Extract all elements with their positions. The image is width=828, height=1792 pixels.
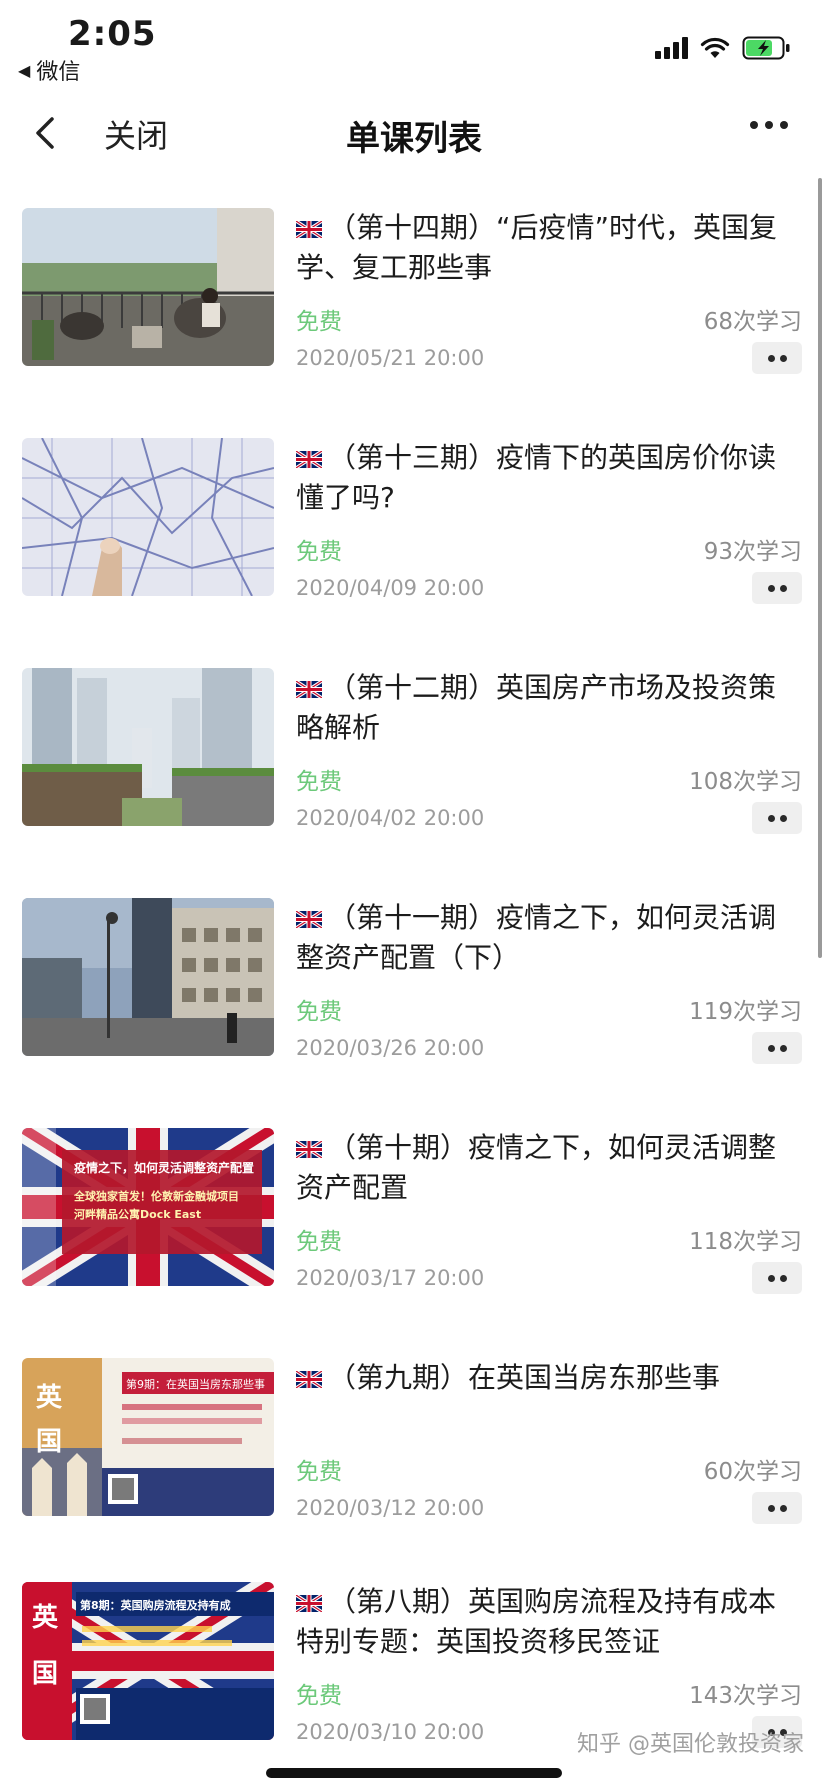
street-photo-icon	[22, 898, 274, 1056]
back-triangle-icon: ◀	[18, 60, 31, 80]
page-title: 单课列表	[346, 119, 482, 159]
battery-charging-icon	[742, 36, 792, 60]
price-label: 免费	[296, 539, 342, 565]
poster-banner: 第9期：在英国当房东那些事	[126, 1377, 265, 1391]
cellular-signal-icon	[655, 37, 688, 59]
more-icon[interactable]	[752, 1262, 802, 1294]
list-item[interactable]: （第十二期）英国房产市场及投资策略解析 免费 108次学习 2020/04/02…	[0, 668, 828, 868]
price-label: 免费	[296, 999, 342, 1025]
study-count: 143次学习	[689, 1683, 802, 1709]
course-date: 2020/03/10 20:00	[296, 1720, 485, 1744]
city-towers-photo-icon	[22, 668, 274, 826]
list-item[interactable]: 英 国 第9期：在英国当房东那些事 （第九期）在英国当房东那些事 免费 60次学…	[0, 1358, 828, 1558]
course-title[interactable]: （第八期）英国购房流程及持有成本 特别专题：英国投资移民签证	[296, 1582, 802, 1662]
status-icons	[655, 36, 792, 60]
back-app-label: 微信	[36, 60, 81, 85]
list-item[interactable]: （第十一期）疫情之下，如何灵活调整资产配置（下） 免费 119次学习 2020/…	[0, 898, 828, 1098]
poster-badge-2: 国	[36, 1427, 62, 1457]
study-count: 108次学习	[689, 769, 802, 795]
course-title-text: （第九期）在英国当房东那些事	[328, 1361, 721, 1394]
more-icon[interactable]	[752, 342, 802, 374]
landlord-poster-icon: 英 国 第9期：在英国当房东那些事	[22, 1358, 274, 1516]
course-title[interactable]: （第十一期）疫情之下，如何灵活调整资产配置（下）	[296, 898, 802, 978]
study-count: 118次学习	[689, 1229, 802, 1255]
poster-badge-2: 国	[32, 1659, 58, 1689]
price-label: 免费	[296, 309, 342, 335]
watermark: 知乎 @英国伦敦投资家	[577, 1732, 804, 1757]
status-bar: 2:05 ◀ 微信	[0, 0, 828, 90]
course-date: 2020/04/02 20:00	[296, 806, 485, 830]
uk-flag-icon	[296, 1371, 322, 1388]
course-date: 2020/03/26 20:00	[296, 1036, 485, 1060]
list-item[interactable]: （第十三期）疫情下的英国房价你读懂了吗? 免费 93次学习 2020/04/09…	[0, 438, 828, 638]
poster-badge-1: 英	[36, 1383, 63, 1413]
more-options-icon[interactable]	[750, 121, 788, 129]
uk-flag-icon	[296, 681, 322, 698]
city-map-photo-icon	[22, 438, 274, 596]
course-title[interactable]: （第十四期）“后疫情”时代，英国复学、复工那些事	[296, 208, 802, 288]
uk-flag-icon	[296, 451, 322, 468]
uk-flag-icon	[296, 1595, 322, 1612]
list-item[interactable]: （第十四期）“后疫情”时代，英国复学、复工那些事 免费 68次学习 2020/0…	[0, 208, 828, 408]
more-icon[interactable]	[752, 1492, 802, 1524]
poster-line-3: 河畔精品公寓Dock East	[74, 1207, 201, 1221]
course-title-text: （第十一期）疫情之下，如何灵活调整资产配置（下）	[296, 901, 777, 974]
purchase-poster-icon: 英 国 第8期：英国购房流程及持有成	[22, 1582, 274, 1740]
price-label: 免费	[296, 1229, 342, 1255]
back-to-app-link[interactable]: ◀ 微信	[18, 54, 80, 86]
course-date: 2020/04/09 20:00	[296, 576, 485, 600]
wifi-icon	[700, 37, 730, 59]
poster-banner: 第8期：英国购房流程及持有成	[80, 1598, 231, 1612]
status-time: 2:05	[68, 14, 157, 54]
study-count: 60次学习	[703, 1459, 802, 1485]
course-title-text: （第十三期）疫情下的英国房价你读懂了吗?	[296, 441, 777, 514]
course-title-text: （第八期）英国购房流程及持有成本 特别专题：英国投资移民签证	[296, 1585, 777, 1658]
poster-line-2: 全球独家首发！伦敦新金融城项目	[73, 1189, 239, 1203]
home-indicator[interactable]	[266, 1768, 562, 1778]
navigation-bar: 关闭 单课列表	[0, 95, 828, 175]
course-date: 2020/03/17 20:00	[296, 1266, 485, 1290]
uk-flag-icon	[296, 911, 322, 928]
course-title-text: （第十期）疫情之下，如何灵活调整资产配置	[296, 1131, 777, 1204]
study-count: 68次学习	[703, 309, 802, 335]
price-label: 免费	[296, 1683, 342, 1709]
union-jack-poster-icon: 疫情之下，如何灵活调整资产配置 全球独家首发！伦敦新金融城项目 河畔精品公寓Do…	[22, 1128, 274, 1286]
course-title[interactable]: （第九期）在英国当房东那些事	[296, 1358, 802, 1398]
more-icon[interactable]	[752, 1032, 802, 1064]
study-count: 119次学习	[689, 999, 802, 1025]
uk-flag-icon	[296, 1141, 322, 1158]
list-item[interactable]: 疫情之下，如何灵活调整资产配置 全球独家首发！伦敦新金融城项目 河畔精品公寓Do…	[0, 1128, 828, 1328]
poster-headline: 疫情之下，如何灵活调整资产配置	[74, 1160, 254, 1175]
course-title[interactable]: （第十期）疫情之下，如何灵活调整资产配置	[296, 1128, 802, 1208]
poster-badge-1: 英	[32, 1603, 59, 1633]
more-icon[interactable]	[752, 802, 802, 834]
course-date: 2020/03/12 20:00	[296, 1496, 485, 1520]
uk-flag-icon	[296, 221, 322, 238]
study-count: 93次学习	[703, 539, 802, 565]
course-title-text: （第十二期）英国房产市场及投资策略解析	[296, 671, 777, 744]
course-title[interactable]: （第十二期）英国房产市场及投资策略解析	[296, 668, 802, 748]
course-title[interactable]: （第十三期）疫情下的英国房价你读懂了吗?	[296, 438, 802, 518]
balcony-photo-icon	[22, 208, 274, 366]
price-label: 免费	[296, 1459, 342, 1485]
course-title-text: （第十四期）“后疫情”时代，英国复学、复工那些事	[296, 211, 778, 284]
price-label: 免费	[296, 769, 342, 795]
course-date: 2020/05/21 20:00	[296, 346, 485, 370]
more-icon[interactable]	[752, 572, 802, 604]
